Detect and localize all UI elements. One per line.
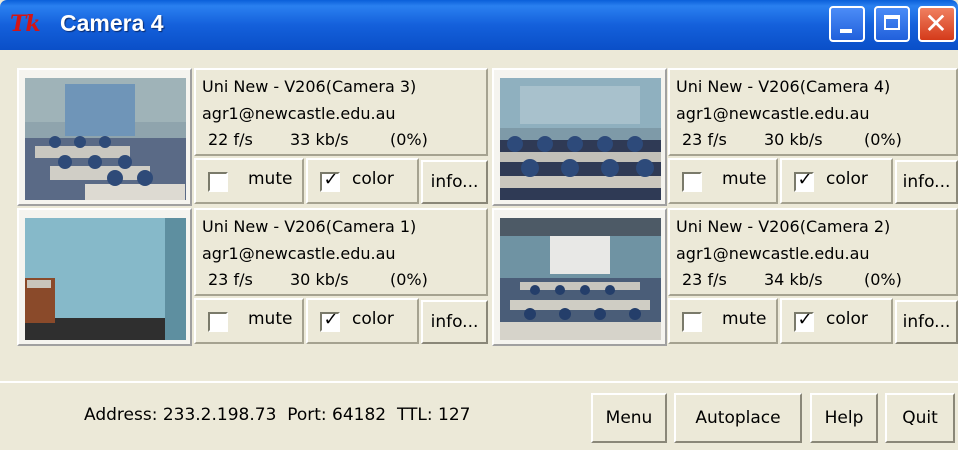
stream-email: agr1@newcastle.edu.au <box>202 104 396 123</box>
mute-checkbox[interactable]: mute <box>194 158 304 204</box>
video-thumbnail[interactable] <box>492 208 667 346</box>
color-label: color <box>352 169 394 189</box>
checkbox-square[interactable] <box>682 172 702 192</box>
check-mark: ✓ <box>797 309 813 330</box>
window-title: Camera 4 <box>60 10 164 36</box>
color-checkbox[interactable]: ✓ color <box>780 298 893 344</box>
address-text: Address: 233.2.198.73 <box>84 405 277 425</box>
title-bar[interactable]: Tk Camera 4 ✕ <box>0 0 958 50</box>
stream-info: Uni New - V206(Camera 1) agr1@newcastle.… <box>194 208 488 296</box>
video-frame-lecture-room <box>500 218 661 340</box>
info-button[interactable]: info... <box>421 160 488 204</box>
stream-loss: (0%) <box>864 270 902 289</box>
checkbox-square[interactable]: ✓ <box>794 309 814 332</box>
color-checkbox[interactable]: ✓ color <box>306 298 419 344</box>
checkbox-square[interactable]: ✓ <box>320 309 340 332</box>
stream-title: Uni New - V206(Camera 3) <box>202 77 417 96</box>
info-button[interactable]: info... <box>421 300 488 344</box>
stream-info: Uni New - V206(Camera 3) agr1@newcastle.… <box>194 68 488 156</box>
maximize-icon <box>884 15 900 30</box>
video-frame-room <box>25 218 186 340</box>
color-checkbox[interactable]: ✓ color <box>306 158 419 204</box>
checkbox-square[interactable] <box>682 312 702 332</box>
checkbox-square[interactable]: ✓ <box>320 169 340 192</box>
video-frame-classroom <box>500 78 661 200</box>
checkbox-square[interactable] <box>208 312 228 332</box>
info-button-label: info... <box>902 312 951 332</box>
minimize-icon <box>840 29 852 33</box>
stream-email: agr1@newcastle.edu.au <box>202 244 396 263</box>
mute-label: mute <box>248 169 293 189</box>
stream-info: Uni New - V206(Camera 4) agr1@newcastle.… <box>668 68 958 156</box>
mute-checkbox[interactable]: mute <box>668 158 778 204</box>
stream-loss: (0%) <box>864 130 902 149</box>
maximize-button[interactable] <box>874 6 910 42</box>
stream-fps: 22 f/s <box>208 130 253 149</box>
info-button-label: info... <box>430 172 479 192</box>
stream-email: agr1@newcastle.edu.au <box>676 104 870 123</box>
info-button-label: info... <box>430 312 479 332</box>
mute-label: mute <box>722 309 767 329</box>
info-button-label: info... <box>902 172 951 192</box>
color-label: color <box>826 309 868 329</box>
autoplace-button-label: Autoplace <box>695 408 781 428</box>
autoplace-button[interactable]: Autoplace <box>674 393 802 443</box>
stream-info: Uni New - V206(Camera 2) agr1@newcastle.… <box>668 208 958 296</box>
stream-email: agr1@newcastle.edu.au <box>676 244 870 263</box>
status-bar: Address: 233.2.198.73 Port: 64182 TTL: 1… <box>0 381 958 450</box>
stream-bitrate: 33 kb/s <box>290 130 349 149</box>
stream-loss: (0%) <box>390 270 428 289</box>
checkbox-square[interactable] <box>208 172 228 192</box>
menu-button[interactable]: Menu <box>591 393 667 443</box>
check-mark: ✓ <box>797 169 813 190</box>
info-button[interactable]: info... <box>895 300 958 344</box>
video-frame-classroom <box>25 78 186 200</box>
stream-fps: 23 f/s <box>682 270 727 289</box>
video-thumbnail[interactable] <box>17 68 192 206</box>
check-mark: ✓ <box>323 309 339 330</box>
color-label: color <box>826 169 868 189</box>
stream-bitrate: 30 kb/s <box>764 130 823 149</box>
video-thumbnail[interactable] <box>492 68 667 206</box>
stream-title: Uni New - V206(Camera 4) <box>676 77 891 96</box>
close-button[interactable]: ✕ <box>918 6 956 42</box>
mute-label: mute <box>722 169 767 189</box>
ttl-text: TTL: 127 <box>396 405 471 425</box>
checkbox-square[interactable]: ✓ <box>794 169 814 192</box>
help-button-label: Help <box>824 408 864 428</box>
session-address: Address: 233.2.198.73 Port: 64182 TTL: 1… <box>84 405 470 425</box>
stream-bitrate: 30 kb/s <box>290 270 349 289</box>
stream-fps: 23 f/s <box>682 130 727 149</box>
check-mark: ✓ <box>323 169 339 190</box>
minimize-button[interactable] <box>829 6 865 42</box>
mute-checkbox[interactable]: mute <box>194 298 304 344</box>
stream-title: Uni New - V206(Camera 2) <box>676 217 891 236</box>
help-button[interactable]: Help <box>810 393 878 443</box>
mute-checkbox[interactable]: mute <box>668 298 778 344</box>
quit-button[interactable]: Quit <box>885 393 955 443</box>
color-checkbox[interactable]: ✓ color <box>780 158 893 204</box>
video-thumbnail[interactable] <box>17 208 192 346</box>
close-icon: ✕ <box>924 7 948 40</box>
info-button[interactable]: info... <box>895 160 958 204</box>
port-text: Port: 64182 <box>287 405 387 425</box>
quit-button-label: Quit <box>902 408 938 428</box>
stream-loss: (0%) <box>390 130 428 149</box>
stream-fps: 23 f/s <box>208 270 253 289</box>
menu-button-label: Menu <box>605 408 653 428</box>
stream-title: Uni New - V206(Camera 1) <box>202 217 417 236</box>
color-label: color <box>352 309 394 329</box>
mute-label: mute <box>248 309 293 329</box>
camera-window: Tk Camera 4 ✕ Uni New - V206(Camera 3) a… <box>0 0 958 450</box>
tk-logo: Tk <box>10 11 41 37</box>
stream-bitrate: 34 kb/s <box>764 270 823 289</box>
